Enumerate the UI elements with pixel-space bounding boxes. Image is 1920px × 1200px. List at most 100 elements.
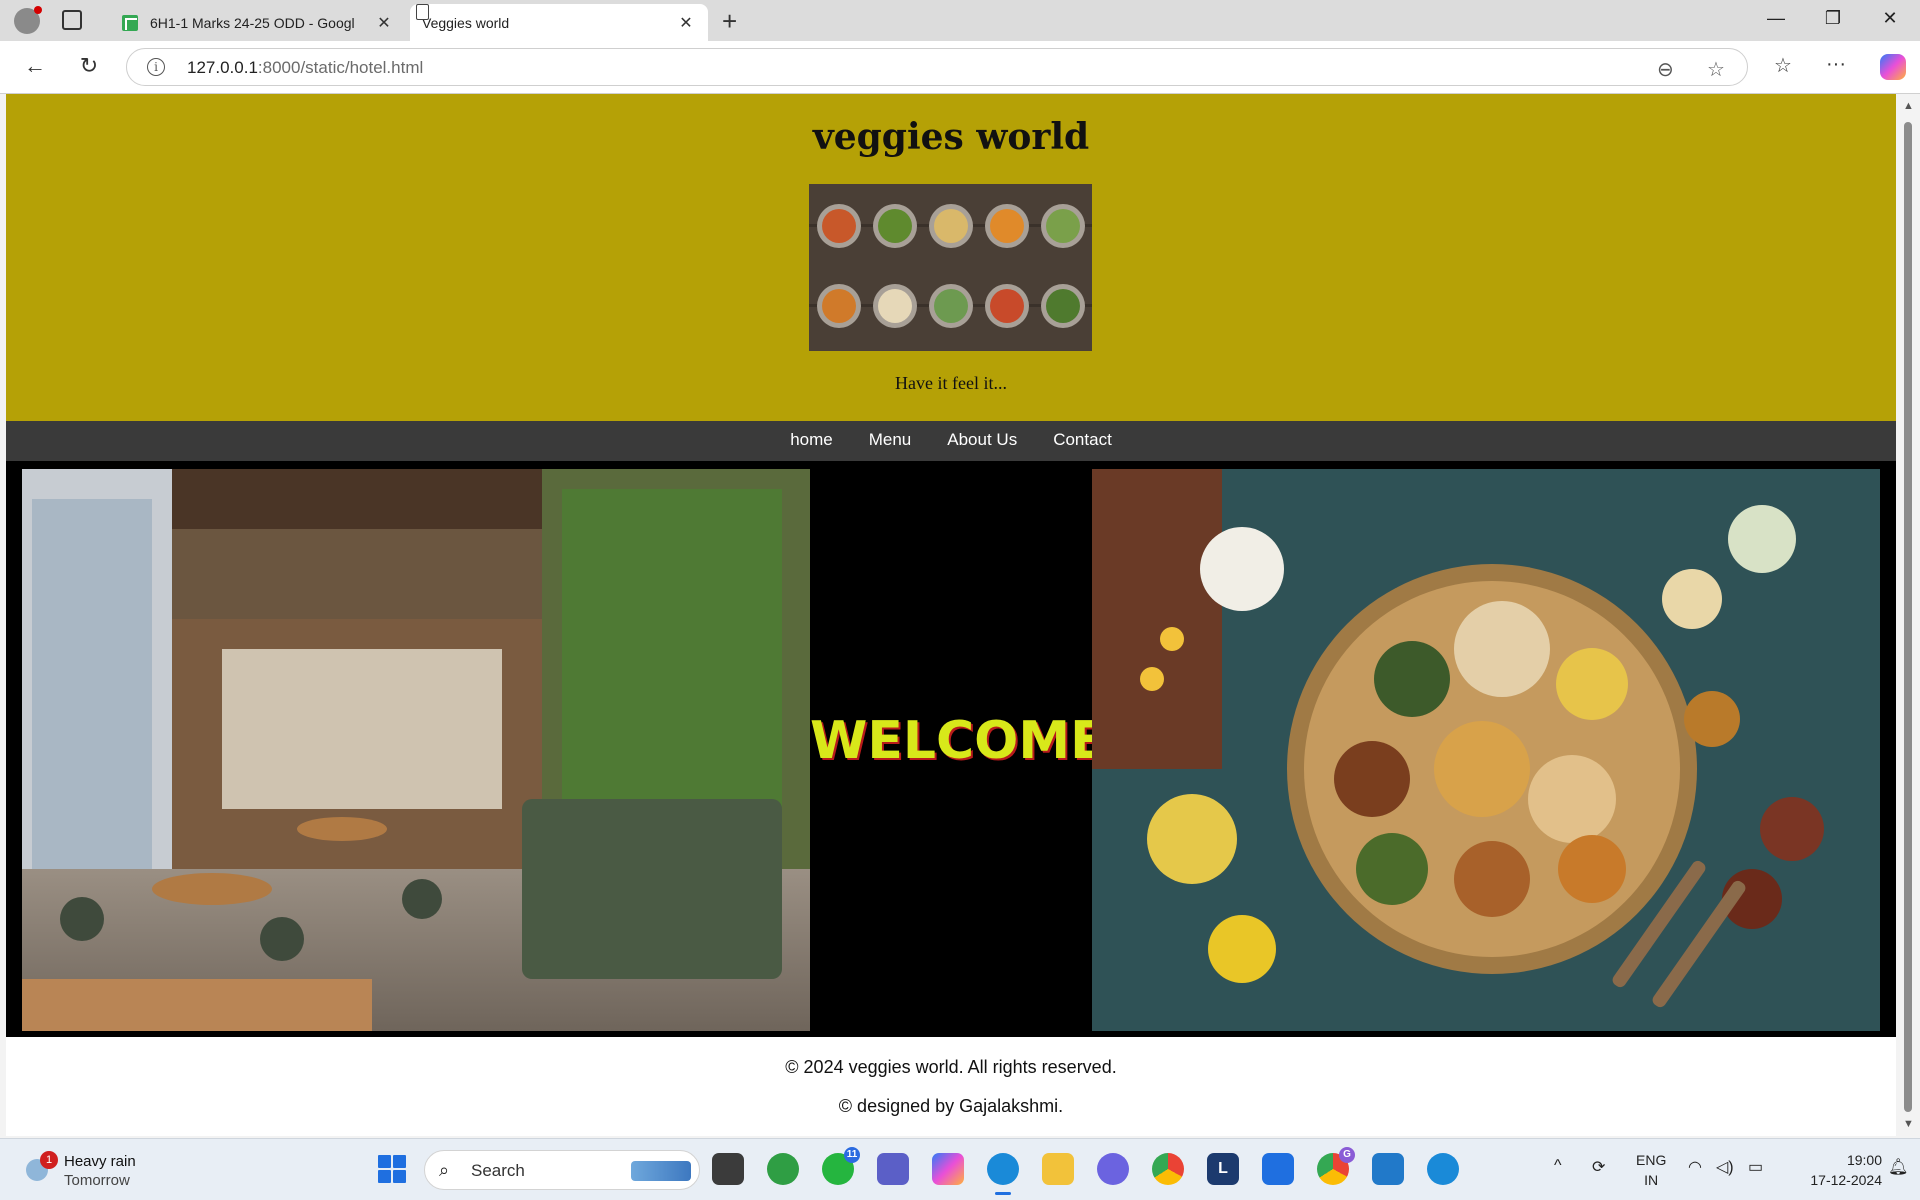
tab-strip: 6H1-1 Marks 24-25 ODD - Googl ✕ Veggies … <box>0 0 1920 41</box>
search-highlight-icon <box>631 1161 691 1181</box>
tab-title: Veggies world <box>422 14 510 31</box>
zoom-out-icon[interactable]: ⊖ <box>1657 57 1674 82</box>
bowl-food <box>934 209 968 243</box>
reload-icon[interactable]: ↻ <box>74 53 104 79</box>
edge-secondary-icon[interactable] <box>1427 1153 1459 1185</box>
sync-icon[interactable]: ⟳ <box>1592 1157 1605 1177</box>
clock-time: 19:00 <box>1846 1152 1882 1168</box>
store-icon[interactable] <box>1262 1153 1294 1185</box>
site-tagline: Have it feel it... <box>895 373 1007 393</box>
battery-icon[interactable]: ▭ <box>1748 1157 1763 1177</box>
bowl-food <box>1046 209 1080 243</box>
footer-credit: © designed by Gajalakshmi. <box>838 1096 1064 1116</box>
site-nav: home Menu About Us Contact <box>6 421 1896 461</box>
url-text: 127.0.0.1:8000/static/hotel.html <box>187 58 423 78</box>
whatsapp-icon[interactable]: 11 <box>822 1147 860 1185</box>
thali-picture <box>1092 469 1880 1031</box>
triangle-app-icon[interactable] <box>1097 1153 1129 1185</box>
scroll-down-icon[interactable]: ▼ <box>1903 1118 1914 1130</box>
edge-icon[interactable] <box>987 1153 1019 1195</box>
restaurant-interior-picture <box>22 469 810 1031</box>
welcome-section: WELCOME <box>6 461 1896 1037</box>
bowl-food <box>990 289 1024 323</box>
scroll-thumb[interactable] <box>1904 122 1912 1112</box>
url-host: 127.0.0.1 <box>187 58 258 77</box>
restore-button[interactable]: ❐ <box>1813 8 1853 29</box>
browser-viewport: veggies world Have it feel it... home Me… <box>0 94 1920 1138</box>
thali-image <box>1092 469 1880 1031</box>
tray-overflow-icon[interactable]: ^ <box>1554 1157 1562 1175</box>
info-icon[interactable]: i <box>147 58 165 76</box>
clock-date: 17-12-2024 <box>1810 1172 1882 1188</box>
site-header: veggies world Have it feel it... <box>6 94 1896 421</box>
profile-icon[interactable] <box>14 6 42 34</box>
favorite-star-icon[interactable]: ☆ <box>1707 57 1725 82</box>
scroll-up-icon[interactable]: ▲ <box>1903 100 1914 112</box>
tab-close-icon[interactable]: ✕ <box>676 13 696 33</box>
weather-widget[interactable]: 1 Heavy rain Tomorrow <box>22 1151 182 1191</box>
site-footer: © 2024 veggies world. All rights reserve… <box>6 1037 1896 1136</box>
search-icon: ⌕ <box>439 1160 450 1180</box>
weather-subtitle: Tomorrow <box>64 1172 130 1189</box>
vscode-icon[interactable] <box>1372 1153 1404 1185</box>
chrome-profile-badge: G <box>1339 1147 1355 1163</box>
chrome-profile-icon[interactable]: G <box>1317 1147 1355 1185</box>
back-icon[interactable]: ← <box>20 53 50 79</box>
circle-app-icon[interactable] <box>767 1153 799 1185</box>
region-code: IN <box>1644 1172 1659 1188</box>
windows-taskbar: 1 Heavy rain Tomorrow ⌕ Search 11 L G ^ … <box>0 1138 1920 1200</box>
windows-start-icon[interactable] <box>378 1155 406 1183</box>
favorites-icon[interactable]: ☆ <box>1774 53 1792 78</box>
task-view-icon[interactable] <box>712 1153 744 1185</box>
page-scrollbar[interactable]: ▲ ▼ <box>1896 94 1920 1138</box>
page-favicon-icon <box>416 4 429 20</box>
clock[interactable]: 19:00 17-12-2024 <box>1786 1150 1882 1190</box>
tab-veggies-world[interactable]: Veggies world ✕ <box>410 4 708 41</box>
file-explorer-icon[interactable] <box>1042 1153 1074 1185</box>
tab-actions-icon[interactable] <box>62 10 82 30</box>
notification-icon[interactable]: 🔔︎ <box>1888 1157 1908 1177</box>
copilot-app-icon[interactable] <box>932 1153 964 1185</box>
teams-icon[interactable] <box>877 1153 909 1185</box>
bowl-food <box>1046 289 1080 323</box>
bowl-food <box>878 209 912 243</box>
copilot-icon[interactable] <box>1880 54 1906 80</box>
bowl-food <box>822 289 856 323</box>
wifi-icon[interactable]: ◠ <box>1688 1157 1702 1177</box>
bowl-food <box>878 289 912 323</box>
language-code: ENG <box>1636 1152 1667 1168</box>
welcome-heading: WELCOME <box>810 711 1106 771</box>
new-tab-button[interactable]: + <box>722 6 737 37</box>
nav-contact[interactable]: Contact <box>1053 430 1112 450</box>
language-indicator[interactable]: ENG IN <box>1636 1150 1666 1190</box>
url-path: :8000/static/hotel.html <box>257 58 424 77</box>
window-close-button[interactable]: ✕ <box>1870 8 1910 29</box>
whatsapp-count: 11 <box>844 1147 860 1163</box>
bowl-food <box>934 289 968 323</box>
restaurant-interior-image <box>22 469 810 1031</box>
weather-badge: 1 <box>40 1151 58 1169</box>
footer-copyright: © 2024 veggies world. All rights reserve… <box>785 1057 1117 1077</box>
weather-title: Heavy rain <box>64 1153 136 1170</box>
sheets-favicon-icon <box>122 14 138 31</box>
address-bar-row: ← ↻ i 127.0.0.1:8000/static/hotel.html ⊖… <box>0 41 1920 94</box>
minimize-button[interactable]: — <box>1756 8 1796 29</box>
bowl-food <box>990 209 1024 243</box>
nav-about-us[interactable]: About Us <box>947 430 1017 450</box>
tab-title: 6H1-1 Marks 24-25 ODD - Googl <box>150 14 355 31</box>
tab-sheets[interactable]: 6H1-1 Marks 24-25 ODD - Googl ✕ <box>110 4 406 41</box>
nav-home[interactable]: home <box>790 430 833 450</box>
l-app-icon[interactable]: L <box>1207 1153 1239 1185</box>
bowl-food <box>822 209 856 243</box>
header-food-image <box>809 184 1092 351</box>
speaker-icon[interactable]: ◁) <box>1716 1157 1734 1177</box>
tab-close-icon[interactable]: ✕ <box>374 13 394 33</box>
more-icon[interactable]: ··· <box>1826 53 1846 76</box>
web-page: veggies world Have it feel it... home Me… <box>6 94 1896 1136</box>
food-bowls-picture <box>809 184 1092 351</box>
nav-menu[interactable]: Menu <box>869 430 912 450</box>
taskbar-search[interactable]: ⌕ Search <box>424 1150 700 1190</box>
site-title: veggies world <box>812 116 1090 158</box>
url-field[interactable]: i 127.0.0.1:8000/static/hotel.html ⊖ ☆ <box>126 48 1748 86</box>
chrome-icon[interactable] <box>1152 1153 1184 1185</box>
